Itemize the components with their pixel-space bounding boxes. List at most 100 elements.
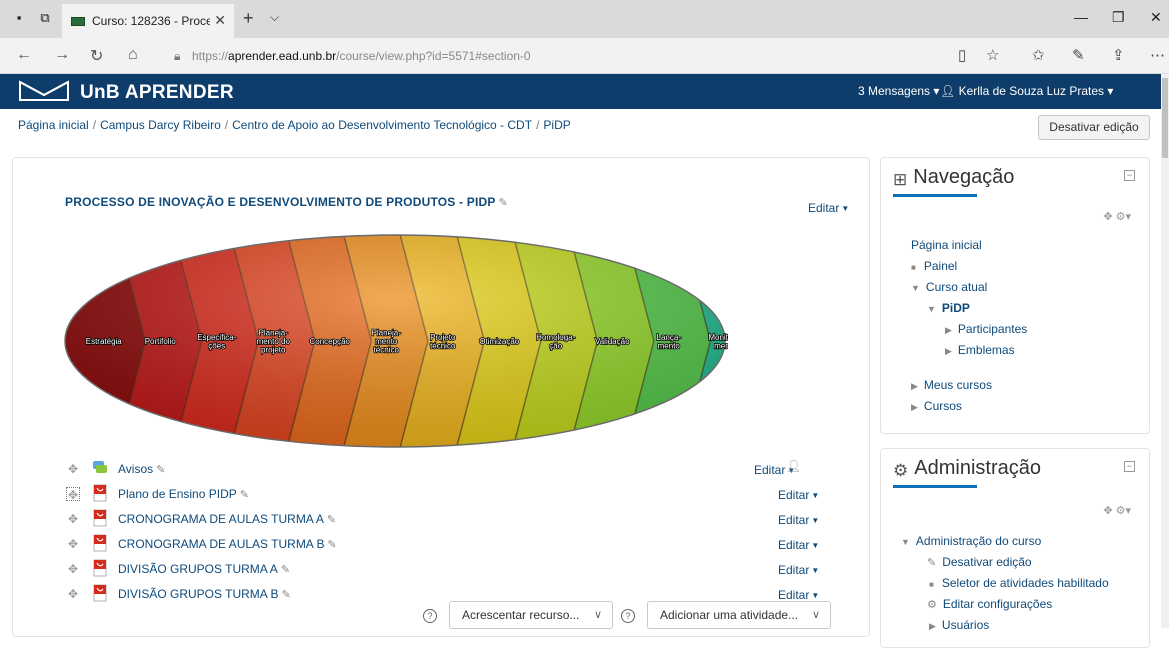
breadcrumb-course[interactable]: PiDP [543,118,570,132]
activity-name: DIVISÃO GRUPOS TURMA A [118,562,278,576]
nav-courses[interactable]: Cursos [924,399,962,413]
refresh-icon[interactable]: ↻ [90,46,103,66]
breadcrumb-home[interactable]: Página inicial [18,118,89,132]
stage-label: Portifolio [145,337,177,346]
admin-course-admin[interactable]: Administração do curso [916,534,1041,548]
expanded-arrow-icon[interactable]: ▼ [927,304,936,314]
expanded-arrow-icon[interactable]: ▼ [911,283,920,293]
move-handle-icon[interactable]: ✥ [66,462,80,476]
edit-label: Editar [778,513,810,527]
tab-actions-icon[interactable]: ▪ [12,11,26,25]
nav-participants[interactable]: Participantes [958,322,1027,336]
scrollbar-thumb[interactable] [1162,78,1168,158]
pencil-icon: ✎ [927,557,937,569]
favorite-star-icon[interactable]: ☆ [986,46,999,64]
breadcrumb-separator: / [92,118,97,132]
restore-icon[interactable]: ❐ [1112,9,1125,26]
activity-link[interactable]: Avisos ✎ [118,462,165,476]
move-handle-icon[interactable]: ✥ [66,587,80,601]
pencil-icon[interactable]: ✎ [328,538,337,551]
collapsed-arrow-icon[interactable]: ▶ [929,621,936,631]
caret-down-icon: ▼ [811,566,820,575]
nav-my-courses[interactable]: Meus cursos [924,378,992,392]
activity-link[interactable]: DIVISÃO GRUPOS TURMA A ✎ [118,562,290,576]
collapsed-arrow-icon[interactable]: ▶ [945,346,952,356]
lock-icon: 🔒︎ [174,49,181,63]
move-handle-icon[interactable]: ✥ [66,537,80,551]
url-field[interactable]: 🔒︎ https://aprender.ead.unb.br/course/vi… [170,44,940,68]
activity-link[interactable]: Plano de Ensino PIDP ✎ [118,487,249,501]
stage-label: técnico [374,346,400,355]
process-banner-image: Estratégia Portifolio Especifica-çõesPlane… [64,234,728,448]
admin-users[interactable]: Usuários [942,618,989,632]
breadcrumb-campus[interactable]: Campus Darcy Ribeiro [100,118,221,132]
new-tab-icon[interactable]: + [243,8,254,29]
activity-edit-menu[interactable]: Editar ▼ [778,538,819,552]
close-tab-icon[interactable]: ✕ [214,12,226,29]
nav-home-link[interactable]: Página inicial [911,238,982,252]
share-icon[interactable]: ⇪ [1112,46,1125,64]
admin-disable-edit[interactable]: Desativar edição [942,555,1031,569]
expanded-arrow-icon[interactable]: ▼ [901,537,910,547]
unb-logo-icon[interactable] [18,79,70,103]
stage-label: Otimização [479,337,520,346]
activity-link[interactable]: DIVISÃO GRUPOS TURMA B ✎ [118,587,291,601]
pencil-icon[interactable]: ✎ [327,513,336,526]
activity-edit-menu[interactable]: Editar ▼ [778,513,819,527]
nav-course-pidp[interactable]: PiDP [942,301,970,315]
collapsed-arrow-icon[interactable]: ▶ [911,402,918,412]
move-handle-icon[interactable]: ✥ [66,562,80,576]
activity-name: Plano de Ensino PIDP [118,487,237,501]
move-handle-icon[interactable]: ✥ [66,512,80,526]
favicon-icon [71,17,85,26]
admin-activity-chooser[interactable]: Seletor de atividades habilitado [942,576,1109,590]
page-scrollbar[interactable] [1161,74,1169,628]
collapsed-arrow-icon[interactable]: ▶ [945,325,952,335]
pencil-icon[interactable]: ✎ [281,563,290,576]
activity-edit-menu[interactable]: Editar ▼ [778,488,819,502]
close-window-icon[interactable]: ✕ [1150,9,1162,26]
nav-badges[interactable]: Emblemas [958,343,1015,357]
forward-icon[interactable]: → [54,46,70,64]
groups-icon[interactable]: 👤︎ [786,459,801,473]
messages-menu[interactable]: 3 Mensagens ▾ [858,84,939,98]
more-icon[interactable]: ⋯ [1150,46,1165,64]
user-menu[interactable]: 👤︎ Kerlla de Souza Luz Prates ▾ [940,84,1113,98]
activity-link[interactable]: CRONOGRAMA DE AULAS TURMA A ✎ [118,512,336,526]
chevron-down-icon[interactable]: ⌵ [270,10,279,25]
help-icon[interactable]: ? [621,609,635,623]
favorites-list-icon[interactable]: ✩ [1032,46,1045,64]
minimize-icon[interactable]: — [1074,9,1088,25]
pencil-icon[interactable]: ✎ [281,588,290,601]
admin-edit-settings[interactable]: Editar configurações [943,597,1052,611]
collapse-block-icon[interactable]: − [1124,461,1135,472]
home-icon[interactable]: ⌂ [128,46,138,64]
activity-edit-menu[interactable]: Editar ▼ [778,588,819,602]
site-name[interactable]: UnB APRENDER [80,82,234,104]
pencil-icon[interactable]: ✎ [156,463,165,476]
pencil-icon[interactable]: ✎ [240,488,249,501]
activity-edit-menu[interactable]: Editar ▼ [778,563,819,577]
stage-label: Validação [595,337,630,346]
move-handle-icon[interactable]: ✥ [66,487,80,502]
block-controls-icon[interactable]: ✥ ⚙▾ [1103,504,1131,517]
add-resource-label: Acrescentar recurso... [462,608,580,622]
help-icon[interactable]: ? [423,609,437,623]
collapse-block-icon[interactable]: − [1124,170,1135,181]
block-controls-icon[interactable]: ✥ ⚙▾ [1103,210,1131,223]
add-resource-select[interactable]: Acrescentar recurso... ∨ [449,601,613,629]
section-edit-menu[interactable]: Editar ▼ [808,201,849,215]
browser-tab[interactable]: Curso: 128236 - Process ✕ [62,4,234,38]
tab-preview-icon[interactable]: ⧉ [38,11,52,25]
back-icon[interactable]: ← [16,46,32,64]
nav-current-course[interactable]: Curso atual [926,280,987,294]
add-activity-select[interactable]: Adicionar uma atividade... ∨ [647,601,831,629]
pencil-icon[interactable]: ✎ [499,196,508,209]
activity-link[interactable]: CRONOGRAMA DE AULAS TURMA B ✎ [118,537,337,551]
collapsed-arrow-icon[interactable]: ▶ [911,381,918,391]
reading-view-icon[interactable]: ▯ [958,46,966,64]
disable-edit-button[interactable]: Desativar edição [1038,115,1150,140]
nav-dashboard-link[interactable]: Painel [924,259,957,273]
breadcrumb-cdt[interactable]: Centro de Apoio ao Desenvolvimento Tecno… [232,118,532,132]
pen-icon[interactable]: ✎ [1072,46,1085,64]
